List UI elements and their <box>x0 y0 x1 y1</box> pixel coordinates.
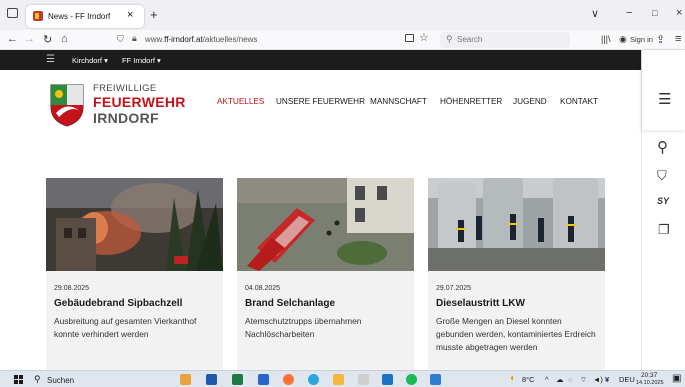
account-icon[interactable]: ◉ <box>619 34 627 45</box>
article-image-fire-trucks[interactable] <box>237 178 414 271</box>
reader-view-icon[interactable] <box>405 34 414 42</box>
logo-line-feuerwehr: FEUERWEHR <box>93 94 186 110</box>
library-icon[interactable]: |||\ <box>601 34 611 44</box>
file-explorer-icon[interactable] <box>180 374 191 385</box>
article-image-diesel-tanks[interactable] <box>428 178 605 271</box>
site-side-rail: ☰ ⚲ ⛉ SY ❐ <box>641 50 685 370</box>
home-icon[interactable]: ⌂ <box>61 33 68 45</box>
browser-tab-strip: News - FF Irndorf × + ∨ − □ × <box>0 0 685 30</box>
reload-icon[interactable]: ↻ <box>43 33 52 46</box>
browser-navigation-bar: ← → ↻ ⌂ ⛉ 🔒︎ www.ff-irndorf.at/aktuelles… <box>0 30 685 50</box>
nav-jugend[interactable]: JUGEND <box>513 97 547 106</box>
documents-icon[interactable]: ❐ <box>658 222 670 238</box>
article-title[interactable]: Brand Selchanlage <box>245 298 335 309</box>
paint-icon[interactable] <box>333 374 344 385</box>
station-dropdown[interactable]: FF Irndorf ▾ <box>122 56 161 65</box>
article-excerpt: Große Mengen an Diesel konnten gebunden … <box>436 316 596 352</box>
onedrive-icon[interactable]: ☁ <box>556 375 564 384</box>
address-bar[interactable]: ⛉ 🔒︎ www.ff-irndorf.at/aktuelles/news <box>110 32 435 48</box>
article-card[interactable]: 29.08.2025 Gebäudebrand Sipbachzell Ausb… <box>46 178 223 370</box>
nav-mannschaft[interactable]: MANNSCHAFT <box>370 97 427 106</box>
nav-hoehenretter[interactable]: HÖHENRETTER <box>440 97 502 106</box>
clock-time[interactable]: 20:37 <box>641 372 657 379</box>
search-icon[interactable]: ⚲ <box>657 138 668 156</box>
article-card[interactable]: 04.08.2025 Brand Selchanlage Atemschutzt… <box>237 178 414 370</box>
minimize-button[interactable]: − <box>626 7 632 19</box>
search-icon: ⚲ <box>446 34 453 44</box>
network-icon[interactable]: ◌ <box>568 375 572 384</box>
new-tab-button[interactable]: + <box>150 7 158 22</box>
weather-temperature[interactable]: 8°C <box>522 375 535 384</box>
article-excerpt: Atemschutztrupps übernahmen Nachlöscharb… <box>245 316 362 339</box>
shield-icon[interactable]: ⛉ <box>657 168 667 184</box>
nav-unsere-feuerwehr[interactable]: UNSERE FEUERWEHR <box>276 97 365 106</box>
windows-start-icon[interactable] <box>14 375 23 384</box>
lock-icon[interactable]: 🔒︎ <box>132 33 137 44</box>
tracking-shield-icon[interactable]: ⛉ <box>117 34 124 45</box>
article-date: 29.07.2025 <box>436 285 472 292</box>
app-menu-icon[interactable]: ≡ <box>675 33 681 45</box>
browser-search-field[interactable]: ⚲ Search <box>440 32 570 48</box>
bookmark-star-icon[interactable]: ☆ <box>419 31 429 44</box>
logo-line-freiwillige: FREIWILLIGE <box>93 83 157 94</box>
sliders-icon[interactable]: ☰ <box>46 54 55 65</box>
firefox-icon[interactable] <box>283 374 294 385</box>
nav-aktuelles[interactable]: AKTUELLES <box>217 97 264 106</box>
volume-icon[interactable]: ◄) <box>593 375 603 384</box>
forward-arrow-icon[interactable]: → <box>24 33 35 45</box>
url-text[interactable]: www.ff-irndorf.at/aktuelles/news <box>145 35 257 44</box>
outlook-icon[interactable] <box>382 374 393 385</box>
article-title[interactable]: Dieselaustritt LKW <box>436 298 525 309</box>
sign-language-icon[interactable]: SY <box>657 196 669 206</box>
article-date: 29.08.2025 <box>54 285 90 292</box>
tab-close-icon[interactable]: × <box>127 9 133 21</box>
os-taskbar: ⚲ Suchen ◐ 8°C ^ ☁ ◌ ⌔ ◄) ¥ DEU 20:37 14… <box>0 370 685 387</box>
weather-icon[interactable]: ◐ <box>510 373 516 384</box>
edge-icon[interactable] <box>308 374 319 385</box>
excel-icon[interactable] <box>232 374 243 385</box>
sign-in-button[interactable]: Sign in <box>630 35 653 44</box>
fire-brigade-emblem[interactable] <box>47 83 87 127</box>
spotify-icon[interactable] <box>406 374 417 385</box>
list-all-tabs-icon[interactable] <box>7 8 18 18</box>
input-language[interactable]: DEU <box>619 375 635 384</box>
article-title[interactable]: Gebäudebrand Sipbachzell <box>54 298 182 309</box>
window-close-button[interactable]: × <box>676 7 682 19</box>
article-excerpt: Ausbreitung auf gesamten Vierkanthof kon… <box>54 316 197 339</box>
photos-icon[interactable] <box>430 374 441 385</box>
site-favicon-icon <box>33 11 43 21</box>
article-image-building-fire[interactable] <box>46 178 223 271</box>
maximize-button[interactable]: □ <box>652 8 657 18</box>
snipping-tool-icon[interactable] <box>358 374 369 385</box>
site-top-bar: ☰ Kirchdorf ▾ FF Irndorf ▾ <box>0 50 641 70</box>
calendar-icon[interactable] <box>258 374 269 385</box>
tab-overflow-chevron-icon[interactable]: ∨ <box>591 7 599 20</box>
clock-date[interactable]: 14.10.2025 <box>636 380 664 386</box>
notifications-icon[interactable]: ▣ <box>672 373 681 384</box>
hamburger-menu-icon[interactable]: ☰ <box>658 90 671 108</box>
tab-title: News - FF Irndorf <box>48 12 111 21</box>
back-arrow-icon[interactable]: ← <box>7 33 18 45</box>
extensions-icon[interactable]: ⇪ <box>656 33 665 46</box>
taskbar-search-placeholder: Suchen <box>47 376 75 385</box>
app-tray-icon[interactable]: ¥ <box>605 375 609 384</box>
word-icon[interactable] <box>206 374 217 385</box>
logo-line-irndorf: IRNDORF <box>93 110 159 126</box>
nav-kontakt[interactable]: KONTAKT <box>560 97 598 106</box>
tray-overflow-icon[interactable]: ^ <box>545 375 549 384</box>
side-rail-menu-panel: ☰ <box>642 50 685 130</box>
district-dropdown[interactable]: Kirchdorf ▾ <box>72 56 108 65</box>
search-placeholder: Search <box>457 35 483 44</box>
wifi-icon[interactable]: ⌔ <box>580 375 587 385</box>
search-icon: ⚲ <box>34 374 41 384</box>
article-date: 04.08.2025 <box>245 285 281 292</box>
article-card[interactable]: 29.07.2025 Dieselaustritt LKW Große Meng… <box>428 178 605 370</box>
browser-tab-news[interactable]: News - FF Irndorf × <box>26 5 144 28</box>
